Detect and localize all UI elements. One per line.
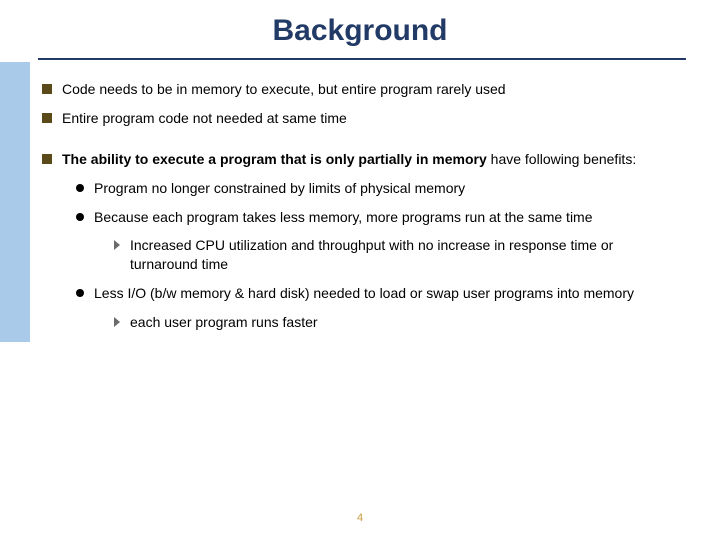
- bullet-text: each user program runs faster: [130, 313, 318, 332]
- bullet-text: Entire program code not needed at same t…: [62, 109, 347, 128]
- slide-body: Code needs to be in memory to execute, b…: [42, 80, 690, 342]
- bullet-level1: Entire program code not needed at same t…: [42, 109, 690, 128]
- bullet-level3: Increased CPU utilization and throughput…: [114, 236, 674, 274]
- bullet-rest-span: have following benefits:: [491, 151, 637, 167]
- sidebar-accent-bottom: [0, 342, 30, 540]
- bullet-text: Program no longer constrained by limits …: [94, 179, 465, 198]
- bullet-text: Increased CPU utilization and throughput…: [130, 236, 674, 274]
- square-bullet-icon: [42, 154, 52, 164]
- dot-bullet-icon: [76, 213, 84, 221]
- bullet-text: The ability to execute a program that is…: [62, 150, 636, 169]
- square-bullet-icon: [42, 84, 52, 94]
- bullet-text: Code needs to be in memory to execute, b…: [62, 80, 506, 99]
- bullet-text: Less I/O (b/w memory & hard disk) needed…: [94, 284, 634, 303]
- bullet-text: Because each program takes less memory, …: [94, 208, 593, 227]
- slide-title: Background: [0, 14, 720, 48]
- bullet-level3: each user program runs faster: [114, 313, 674, 332]
- sidebar-accent-top: [0, 62, 30, 342]
- bullet-bold-span: The ability to execute a program that is…: [62, 151, 491, 167]
- title-underline: [38, 58, 686, 60]
- triangle-bullet-icon: [114, 317, 120, 327]
- bullet-level2: Less I/O (b/w memory & hard disk) needed…: [76, 284, 676, 303]
- bullet-level2: Program no longer constrained by limits …: [76, 179, 676, 198]
- bullet-level1: Code needs to be in memory to execute, b…: [42, 80, 690, 99]
- slide: Background Code needs to be in memory to…: [0, 0, 720, 540]
- dot-bullet-icon: [76, 289, 84, 297]
- square-bullet-icon: [42, 113, 52, 123]
- bullet-level2: Because each program takes less memory, …: [76, 208, 676, 227]
- dot-bullet-icon: [76, 184, 84, 192]
- bullet-level1: The ability to execute a program that is…: [42, 150, 690, 169]
- triangle-bullet-icon: [114, 240, 120, 250]
- page-number: 4: [0, 512, 720, 524]
